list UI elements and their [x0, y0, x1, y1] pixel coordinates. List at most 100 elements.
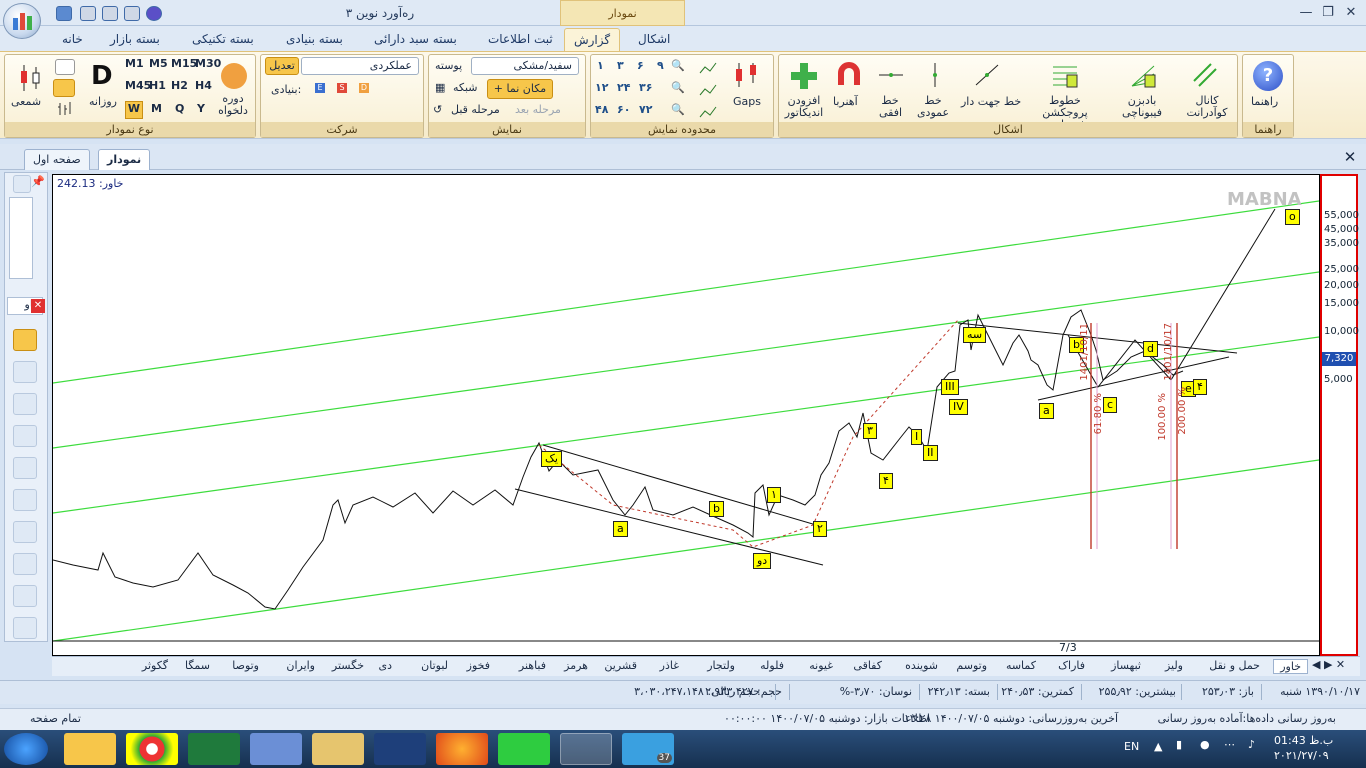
- quadrant-channel-label[interactable]: کانال کوآدرانت: [1181, 95, 1233, 119]
- timeframe-m15[interactable]: M15: [171, 57, 197, 70]
- wave-label-III[interactable]: III: [941, 379, 959, 395]
- save-icon[interactable]: [56, 6, 72, 21]
- battery-icon[interactable]: ▮: [1176, 738, 1182, 751]
- tab-technical[interactable]: بسته تکنیکی: [186, 28, 260, 51]
- period-quarter[interactable]: Q: [175, 102, 184, 115]
- range-72[interactable]: ۷۲: [639, 103, 652, 116]
- tray-app-icon[interactable]: ●: [1200, 738, 1210, 751]
- grid-icon[interactable]: ▦: [435, 81, 445, 94]
- media-icon[interactable]: [250, 733, 302, 765]
- symbol-tab-21[interactable]: وتوصا: [226, 659, 265, 672]
- quadrant-channel-icon[interactable]: [1191, 61, 1219, 89]
- tab-portfolio[interactable]: بسته سبد دارائی: [368, 28, 463, 51]
- zoom-out-icon[interactable]: 🔍: [671, 81, 685, 94]
- wave-label-a1[interactable]: a: [613, 521, 628, 537]
- whatsapp-icon[interactable]: [498, 733, 550, 765]
- tool-select-icon[interactable]: [13, 329, 37, 351]
- tool-filter-icon[interactable]: [13, 457, 37, 479]
- ohlc-icon[interactable]: [53, 79, 75, 97]
- print-tool-icon[interactable]: [13, 175, 31, 193]
- close-doc-icon[interactable]: ✕: [1340, 148, 1360, 168]
- symbol-tab-18[interactable]: دی: [372, 659, 398, 672]
- range-9[interactable]: ۹: [657, 59, 664, 72]
- undo-icon[interactable]: ↺: [433, 103, 442, 116]
- tool-fundamental-icon[interactable]: [13, 521, 37, 543]
- tab-shapes[interactable]: اشکال: [632, 28, 676, 51]
- telegram-icon[interactable]: 37: [622, 733, 674, 765]
- tool-compare-icon[interactable]: [13, 425, 37, 447]
- tab-market[interactable]: بسته بازار: [104, 28, 166, 51]
- timeframe-h1[interactable]: H1: [149, 79, 166, 92]
- symbol-tab-16[interactable]: فخوز: [461, 659, 496, 672]
- clock-time[interactable]: 01:43 ب.ظ: [1274, 734, 1333, 747]
- file-explorer-icon[interactable]: [312, 733, 364, 765]
- maximize-button[interactable]: ❐: [1318, 4, 1338, 22]
- zoom-in-icon[interactable]: 🔍: [671, 59, 685, 72]
- range-36[interactable]: ۳۶: [639, 81, 652, 94]
- language-indicator[interactable]: EN: [1124, 740, 1139, 753]
- grid-label[interactable]: شبکه: [453, 81, 478, 94]
- tab-home[interactable]: خانه: [56, 28, 89, 51]
- symbol-tab-23[interactable]: گکوثر: [136, 659, 174, 672]
- tool-export-icon[interactable]: [13, 617, 37, 639]
- wave-label-d[interactable]: d: [1143, 341, 1158, 357]
- wave-label-se[interactable]: سه: [963, 327, 987, 343]
- prev-step-button[interactable]: مرحله قبل: [451, 103, 500, 116]
- rahavard-icon[interactable]: [560, 733, 612, 765]
- stock-chart-icon[interactable]: [374, 733, 426, 765]
- wave-label-2[interactable]: ۲: [813, 521, 827, 537]
- timeframe-m5[interactable]: M5: [149, 57, 168, 70]
- wave-label-1[interactable]: ۱: [767, 487, 781, 503]
- wave-label-a2[interactable]: a: [1039, 403, 1054, 419]
- fib-fan-label[interactable]: بادبزن فیبوناچی: [1115, 95, 1169, 119]
- symbol-tab-5[interactable]: کماسه: [1000, 659, 1042, 672]
- symbol-tab-20[interactable]: وایران: [280, 659, 321, 672]
- symbol-tab-17[interactable]: لبوتان: [415, 659, 454, 672]
- horizontal-line-label[interactable]: خط افقی: [879, 95, 902, 119]
- help-label[interactable]: راهنما: [1251, 95, 1278, 108]
- wave-label-4[interactable]: ۴: [879, 473, 893, 489]
- tool-pen-icon[interactable]: [13, 361, 37, 383]
- add-indicator-label[interactable]: افزودن اندیکاتور: [781, 95, 827, 119]
- tool-stats-icon[interactable]: [13, 393, 37, 415]
- theme-select[interactable]: سفید/مشکی: [471, 57, 579, 75]
- symbol-tab-8[interactable]: کفاقی: [847, 659, 888, 672]
- next-step-button[interactable]: مرحله بعد: [515, 103, 561, 116]
- symbol-tab-7[interactable]: شوینده: [899, 659, 944, 672]
- range-60[interactable]: ۶۰: [617, 103, 630, 116]
- symbol-tab-0[interactable]: خاور: [1273, 659, 1308, 674]
- wave-label-I[interactable]: I: [911, 429, 923, 445]
- daily-letter[interactable]: D: [91, 61, 113, 91]
- symbol-tab-6[interactable]: وتوسم: [950, 659, 993, 672]
- cursor-button[interactable]: + مکان نما: [487, 79, 553, 99]
- timeframe-m30[interactable]: M30: [195, 57, 221, 70]
- tab-report[interactable]: گزارش: [564, 28, 620, 51]
- zoom-reset-icon[interactable]: 🔍: [671, 103, 685, 116]
- price-series[interactable]: [53, 309, 1184, 610]
- range-48[interactable]: ۴۸: [595, 103, 608, 116]
- close-button[interactable]: ✕: [1341, 4, 1361, 22]
- fib-fan-icon[interactable]: [1129, 61, 1157, 89]
- symbol-tab-2[interactable]: ولیز: [1159, 659, 1189, 672]
- symbol-tab-9[interactable]: غیونه: [803, 659, 839, 672]
- range-6[interactable]: ۶: [637, 59, 644, 72]
- adjust-mode-select[interactable]: عملکردی: [301, 57, 419, 75]
- status-fullscreen[interactable]: تمام صفحه: [30, 712, 81, 725]
- vertical-line-icon[interactable]: [921, 61, 949, 89]
- symbol-tab-22[interactable]: سمگا: [179, 659, 216, 672]
- tab-first-page[interactable]: صفحه اول: [24, 149, 90, 170]
- symbol-tab-3[interactable]: ثبهساز: [1105, 659, 1147, 672]
- volume-icon[interactable]: ♪: [1248, 738, 1255, 751]
- fib-projection-icon[interactable]: [1051, 61, 1079, 89]
- badge-e[interactable]: E: [315, 83, 325, 93]
- symbol-tab-10[interactable]: فلوله: [754, 659, 790, 672]
- horizontal-line-icon[interactable]: [877, 61, 905, 89]
- windows-start-icon[interactable]: [4, 733, 48, 765]
- candle-icon[interactable]: [17, 63, 43, 93]
- chart-area[interactable]: خاور: 242.13 MABNA 7/3 یک دو سه a b c d …: [52, 174, 1320, 656]
- application-menu-button[interactable]: [3, 3, 41, 39]
- symbol-tab-19[interactable]: خگستر: [326, 659, 370, 672]
- trend-line-icon[interactable]: [973, 61, 1001, 89]
- timeframe-m45[interactable]: M45: [125, 79, 151, 92]
- timeframe-h4[interactable]: H4: [195, 79, 212, 92]
